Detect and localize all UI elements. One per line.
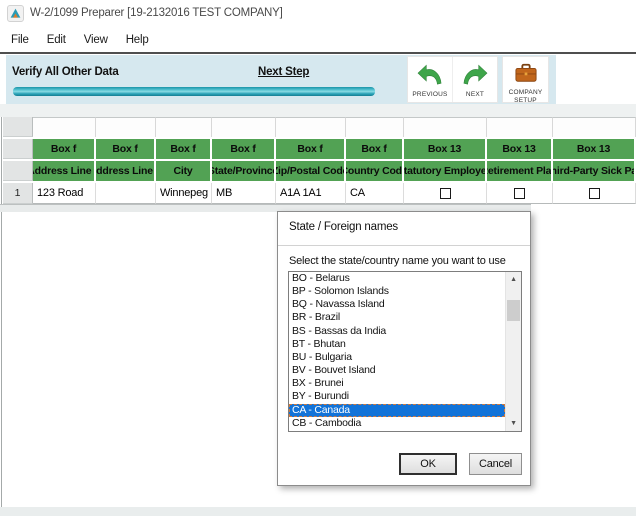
column-box-header-address-line-2: Box f — [96, 139, 156, 159]
list-item-by[interactable]: BY - Burundi — [289, 390, 505, 403]
previous-label: PREVIOUS — [412, 91, 447, 99]
list-item-bp[interactable]: BP - Solomon Islands — [289, 285, 505, 298]
list-item-bu[interactable]: BU - Bulgaria — [289, 351, 505, 364]
window-title: W-2/1099 Preparer [19-2132016 TEST COMPA… — [30, 7, 283, 19]
title-bar: W-2/1099 Preparer [19-2132016 TEST COMPA… — [0, 0, 636, 28]
grid-blank-cell — [553, 117, 636, 137]
column-field-header-address-line-2: Address Line 2 — [96, 161, 156, 181]
previous-button[interactable]: PREVIOUS — [408, 57, 452, 102]
column-field-header-third-party-sick-pay: Third-Party Sick Pay — [553, 161, 636, 181]
cell-statutory-employee[interactable] — [404, 183, 487, 204]
scroll-down-icon[interactable]: ▼ — [506, 416, 521, 431]
curved-arrow-left-icon — [416, 62, 444, 91]
column-box-header-retirement-plan: Box 13 — [487, 139, 553, 159]
grid-blank-cell — [33, 117, 96, 137]
row-header-box — [3, 139, 33, 159]
list-item-bt[interactable]: BT - Bhutan — [289, 338, 505, 351]
briefcase-icon — [513, 62, 539, 89]
listbox-scrollbar: ▲ ▼ — [505, 272, 521, 431]
scrollbar-thumb[interactable] — [507, 300, 520, 321]
grid-blank-cell — [404, 117, 487, 137]
cell-zip-postal-code[interactable]: A1A 1A1 — [276, 183, 346, 204]
scroll-up-icon[interactable]: ▲ — [506, 272, 521, 287]
checkbox-statutory-employee[interactable] — [440, 188, 451, 199]
column-box-header-country-code: Box f — [346, 139, 404, 159]
dialog-title: State / Foreign names — [289, 221, 398, 233]
grid-blank-cell — [96, 117, 156, 137]
column-field-header-zip-postal-code: Zip/Postal Code — [276, 161, 346, 181]
country-listbox: BO - BelarusBP - Solomon IslandsBQ - Nav… — [288, 271, 522, 432]
column-box-header-address-line-1: Box f — [33, 139, 96, 159]
column-box-header-statutory-employee: Box 13 — [404, 139, 487, 159]
list-item-bo[interactable]: BO - Belarus — [289, 272, 505, 285]
next-label: NEXT — [466, 91, 484, 99]
progress-bar — [13, 87, 375, 96]
toolbar-sub-strip — [0, 104, 636, 117]
toolbar: Verify All Other Data Next Step PREVIOUS… — [0, 54, 636, 104]
next-step-link[interactable]: Next Step — [258, 66, 309, 78]
column-field-header-retirement-plan: Retirement Plan — [487, 161, 553, 181]
app-logo-icon — [7, 5, 24, 22]
state-foreign-names-dialog: State / Foreign names Select the state/c… — [277, 211, 531, 486]
cell-address-line-1[interactable]: 123 Road — [33, 183, 96, 204]
column-field-header-statutory-employee: Statutory Employee — [404, 161, 487, 181]
column-box-header-third-party-sick-pay: Box 13 — [553, 139, 636, 159]
dialog-title-divider — [278, 245, 530, 246]
menu-item-help[interactable]: Help — [117, 31, 158, 49]
next-button[interactable]: NEXT — [452, 57, 497, 102]
curved-arrow-right-icon — [461, 62, 489, 91]
app-window: W-2/1099 Preparer [19-2132016 TEST COMPA… — [0, 0, 636, 516]
grid-blank-cell — [276, 117, 346, 137]
menu-item-file[interactable]: File — [2, 31, 38, 49]
company-setup-button[interactable]: COMPANY SETUP — [503, 57, 548, 102]
ok-button[interactable]: OK — [399, 453, 457, 475]
cell-country-code[interactable]: CA — [346, 183, 404, 204]
cell-address-line-2[interactable] — [96, 183, 156, 204]
list-item-cb[interactable]: CB - Cambodia — [289, 417, 505, 430]
column-box-header-state-province: Box f — [212, 139, 276, 159]
column-field-header-city: City — [156, 161, 212, 181]
menu-item-view[interactable]: View — [75, 31, 117, 49]
grid-blank-cell — [212, 117, 276, 137]
cell-third-party-sick-pay[interactable] — [553, 183, 636, 204]
step-title: Verify All Other Data — [12, 66, 119, 78]
column-box-header-city: Box f — [156, 139, 212, 159]
checkbox-retirement-plan[interactable] — [514, 188, 525, 199]
grid-blank-cell — [487, 117, 553, 137]
column-field-header-address-line-1: Address Line 1 — [33, 161, 96, 181]
menu-item-edit[interactable]: Edit — [38, 31, 75, 49]
column-field-header-country-code: Country Code — [346, 161, 404, 181]
list-item-bx[interactable]: BX - Brunei — [289, 377, 505, 390]
cell-city[interactable]: Winnepeg — [156, 183, 212, 204]
list-item-bv[interactable]: BV - Bouvet Island — [289, 364, 505, 377]
footer-strip — [0, 507, 636, 516]
dialog-prompt-label: Select the state/country name you want t… — [289, 255, 506, 267]
menu-bar: FileEditViewHelp — [0, 28, 636, 52]
row-header-empty — [3, 117, 33, 137]
grid-blank-cell — [346, 117, 404, 137]
cell-state-province[interactable]: MB — [212, 183, 276, 204]
list-item-br[interactable]: BR - Brazil — [289, 311, 505, 324]
checkbox-third-party-sick-pay[interactable] — [589, 188, 600, 199]
spreadsheet-grid: 1Box fAddress Line 1123 RoadBox fAddress… — [0, 117, 636, 205]
row-header-1[interactable]: 1 — [3, 183, 33, 204]
grid-blank-cell — [156, 117, 212, 137]
list-item-bq[interactable]: BQ - Navassa Island — [289, 298, 505, 311]
prev-next-group: PREVIOUS NEXT — [407, 56, 498, 103]
company-setup-label: COMPANY SETUP — [503, 89, 548, 105]
list-item-bs[interactable]: BS - Bassas da India — [289, 325, 505, 338]
column-field-header-state-province: State/Province — [212, 161, 276, 181]
list-item-ca[interactable]: CA - Canada — [289, 404, 505, 417]
country-list: BO - BelarusBP - Solomon IslandsBQ - Nav… — [289, 272, 505, 431]
row-header-field — [3, 161, 33, 181]
cell-retirement-plan[interactable] — [487, 183, 553, 204]
company-setup-group: COMPANY SETUP — [502, 56, 549, 103]
column-box-header-zip-postal-code: Box f — [276, 139, 346, 159]
cancel-button[interactable]: Cancel — [469, 453, 522, 475]
